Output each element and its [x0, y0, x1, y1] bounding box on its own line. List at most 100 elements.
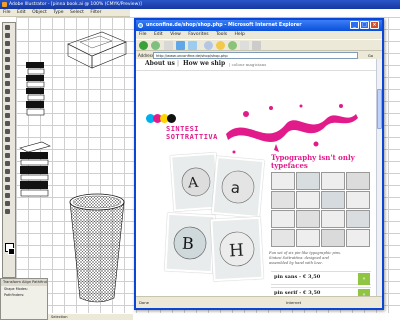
wireframe-box-artwork[interactable] — [60, 28, 130, 72]
ie-title-bar[interactable]: unconfine.de/shop/shop.php - Microsoft I… — [136, 20, 382, 31]
product-photo-2[interactable]: a — [211, 156, 265, 218]
product-heading: Typography isn't only typefaces — [271, 153, 355, 170]
ie-menu-edit[interactable]: Edit — [154, 32, 163, 37]
product-photo-gallery: A a B H — [164, 152, 266, 296]
back-icon[interactable] — [139, 41, 148, 50]
illustrator-toolbox — [2, 22, 16, 278]
scissors-tool-icon[interactable] — [4, 192, 10, 198]
magic-wand-tool-icon[interactable] — [4, 40, 10, 46]
forward-icon[interactable] — [151, 41, 160, 50]
refresh-icon[interactable] — [176, 41, 185, 50]
ie-menu-favorites[interactable]: Favorites — [188, 32, 208, 37]
illustrator-menu-filter[interactable]: Filter — [90, 10, 101, 15]
svg-text:A: A — [187, 175, 200, 192]
line-tool-icon[interactable] — [4, 72, 10, 78]
blend-tool-icon[interactable] — [4, 176, 10, 182]
stacked-books-artwork[interactable] — [24, 58, 46, 120]
thumbnail[interactable] — [321, 229, 345, 247]
minimize-button[interactable]: _ — [350, 21, 359, 29]
thumbnail[interactable] — [296, 191, 320, 209]
go-button[interactable]: Go — [361, 52, 380, 59]
product-row-sans: pin sans - € 3,50 » — [271, 271, 371, 285]
stroke-swatch[interactable] — [8, 248, 15, 255]
thumbnail[interactable] — [321, 210, 345, 228]
gradient-tool-icon[interactable] — [4, 160, 10, 166]
brand-name-line-2: SOTTRATTIVA — [166, 133, 218, 141]
graph-tool-icon[interactable] — [4, 144, 10, 150]
thumbnail[interactable] — [346, 172, 370, 190]
ie-menu-file[interactable]: File — [139, 32, 147, 37]
pen-tool-icon[interactable] — [4, 56, 10, 62]
thumbnail[interactable] — [321, 191, 345, 209]
address-input[interactable]: http://www.unconfine.de/shop/shop.php — [153, 52, 358, 59]
print-icon[interactable] — [252, 41, 261, 50]
thumbnail[interactable] — [271, 172, 295, 190]
pencil-tool-icon[interactable] — [4, 96, 10, 102]
eyedropper-tool-icon[interactable] — [4, 168, 10, 174]
search-icon[interactable] — [204, 41, 213, 50]
lasso-tool-icon[interactable] — [4, 48, 10, 54]
thumbnail[interactable] — [296, 172, 320, 190]
nav-shipping-link[interactable]: How we ship — [183, 60, 225, 67]
free-transform-tool-icon[interactable] — [4, 128, 10, 134]
thumbnail[interactable] — [271, 210, 295, 228]
ie-title: unconfine.de/shop/shop.php - Microsoft I… — [146, 23, 302, 28]
thumbnail[interactable] — [271, 229, 295, 247]
thumbnail[interactable] — [271, 191, 295, 209]
home-icon[interactable] — [188, 41, 197, 50]
thumbnail[interactable] — [346, 210, 370, 228]
illustrator-menu-select[interactable]: Select — [70, 10, 84, 15]
buy-button[interactable]: » — [358, 289, 370, 296]
history-icon[interactable] — [228, 41, 237, 50]
thumbnail[interactable] — [346, 229, 370, 247]
direct-selection-tool-icon[interactable] — [4, 32, 10, 38]
ie-menu-bar: File Edit View Favorites Tools Help — [136, 31, 382, 39]
status-text: Done — [139, 300, 149, 305]
slice-tool-icon[interactable] — [4, 184, 10, 190]
warp-tool-icon[interactable] — [4, 120, 10, 126]
maximize-button[interactable]: □ — [360, 21, 369, 29]
vertical-scrollbar[interactable] — [376, 59, 382, 296]
pathfinders-label: Pathfinders: — [4, 293, 25, 297]
symbol-sprayer-tool-icon[interactable] — [4, 136, 10, 142]
ie-menu-view[interactable]: View — [170, 32, 181, 37]
web-page-viewport[interactable]: About us | How we ship | colour magician… — [136, 59, 376, 296]
nav-about-link[interactable]: About us — [145, 60, 175, 67]
illustrator-menu-type[interactable]: Type — [53, 10, 63, 15]
thumbnail[interactable] — [321, 172, 345, 190]
site-nav: About us | How we ship | colour magician… — [136, 59, 376, 71]
thumbnail[interactable] — [296, 229, 320, 247]
rotate-tool-icon[interactable] — [4, 104, 10, 110]
illustrator-menu-edit[interactable]: Edit — [17, 10, 26, 15]
paintbrush-tool-icon[interactable] — [4, 88, 10, 94]
ie-address-bar: Address http://www.unconfine.de/shop/sho… — [136, 50, 382, 59]
rectangle-tool-icon[interactable] — [4, 80, 10, 86]
type-tool-icon[interactable] — [4, 64, 10, 70]
mesh-tool-icon[interactable] — [4, 152, 10, 158]
illustrator-menu-file[interactable]: File — [3, 10, 11, 15]
selection-tool-icon[interactable] — [4, 24, 10, 30]
ie-menu-tools[interactable]: Tools — [216, 32, 227, 37]
scrollbar-thumb[interactable] — [377, 89, 382, 129]
thumbnail[interactable] — [346, 191, 370, 209]
illustrator-title: Adobe Illustrator - [pinna book.ai @ 100… — [9, 2, 142, 7]
thumbnail[interactable] — [296, 210, 320, 228]
zoom-tool-icon[interactable] — [4, 208, 10, 214]
mail-icon[interactable] — [240, 41, 249, 50]
close-button[interactable]: × — [370, 21, 379, 29]
hand-tool-icon[interactable] — [4, 200, 10, 206]
stop-icon[interactable] — [164, 41, 173, 50]
scale-tool-icon[interactable] — [4, 112, 10, 118]
product-price-label: pin sans - € 3,50 — [274, 274, 321, 280]
buy-button[interactable]: » — [358, 273, 370, 285]
favorites-icon[interactable] — [216, 41, 225, 50]
pathfinder-panel: Transform Align Pathfinder Shape Modes: … — [0, 278, 48, 320]
ie-menu-help[interactable]: Help — [235, 32, 245, 37]
ie-app-icon — [138, 23, 143, 28]
illustrator-menu-object[interactable]: Object — [32, 10, 47, 15]
pathfinder-panel-tabs[interactable]: Transform Align Pathfinder — [1, 279, 47, 286]
product-photo-3[interactable]: B — [164, 212, 216, 274]
wastebasket-artwork[interactable] — [66, 190, 128, 310]
product-photo-4[interactable]: H — [210, 216, 264, 282]
stacked-books-artwork-2[interactable] — [18, 140, 52, 206]
